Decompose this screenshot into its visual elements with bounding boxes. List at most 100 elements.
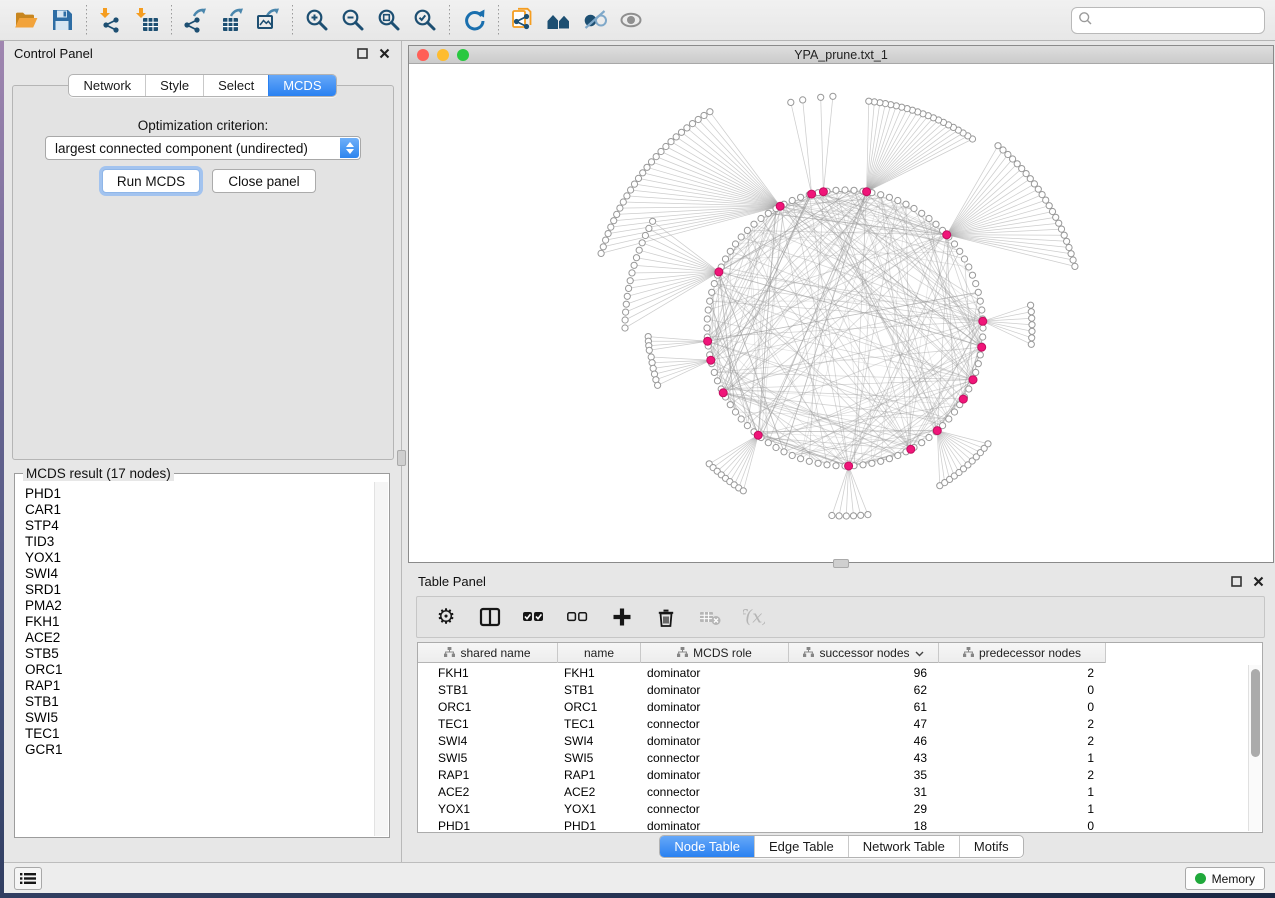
cell-name: SWI4 [558,732,641,749]
network-canvas[interactable] [409,64,1273,562]
table-row-YOX1[interactable]: YOX1YOX1connector291 [418,800,1106,817]
export-network-icon[interactable] [178,3,214,37]
memory-button[interactable]: Memory [1185,867,1265,890]
float-table-panel-icon[interactable] [1229,574,1243,588]
column-header-successor-nodes[interactable]: successor nodes [789,643,939,663]
show-eye-icon[interactable] [613,3,649,37]
mcds-result-group: MCDS result (17 nodes) PHD1CAR1STP4TID3Y… [14,466,390,838]
search-box[interactable] [1071,7,1265,34]
cell-successor-nodes: 18 [789,817,939,834]
table-row-TEC1[interactable]: TEC1TEC1connector472 [418,715,1106,732]
table-row-ACE2[interactable]: ACE2ACE2connector311 [418,783,1106,800]
export-table-icon[interactable] [214,3,250,37]
mcds-result-item[interactable]: SRD1 [25,582,373,598]
cell-name: RAP1 [558,766,641,783]
network-from-document-icon[interactable] [505,3,541,37]
tab-select[interactable]: Select [203,75,268,96]
network-window-titlebar[interactable]: YPA_prune.txt_1 [409,46,1273,64]
mcds-result-item[interactable]: CAR1 [25,502,373,518]
column-header-name[interactable]: name [558,643,641,663]
run-mcds-button[interactable]: Run MCDS [102,169,200,193]
delete-column-icon[interactable] [653,604,679,630]
split-view-icon[interactable] [477,604,503,630]
export-image-icon[interactable] [250,3,286,37]
table-row-STB1[interactable]: STB1STB1dominator620 [418,681,1106,698]
table-row-PHD1[interactable]: PHD1PHD1dominator180 [418,817,1106,834]
cell-successor-nodes: 29 [789,800,939,817]
select-all-checkboxes-icon[interactable] [521,604,547,630]
cell-successor-nodes: 43 [789,749,939,766]
cell-shared-name: ORC1 [418,698,558,715]
column-header-MCDS-role[interactable]: MCDS role [641,643,789,663]
mcds-result-item[interactable]: PHD1 [25,486,373,502]
cell-predecessor-nodes: 0 [939,698,1106,715]
tab-edge-table[interactable]: Edge Table [754,836,848,857]
table-row-RAP1[interactable]: RAP1RAP1dominator352 [418,766,1106,783]
mcds-list-scrollbar[interactable] [374,482,388,836]
cell-name: SWI5 [558,749,641,766]
mcds-result-item[interactable]: STB5 [25,646,373,662]
mcds-result-list[interactable]: PHD1CAR1STP4TID3YOX1SWI4SRD1PMA2FKH1ACE2… [16,483,373,836]
table-panel-title: Table Panel [418,574,486,589]
main-toolbar [0,0,1275,41]
mcds-result-item[interactable]: TID3 [25,534,373,550]
import-network-icon[interactable] [93,3,129,37]
settings-icon[interactable]: ⚙ [433,604,459,630]
zoom-selected-icon[interactable] [407,3,443,37]
toolbar-separator [449,5,450,35]
mcds-result-item[interactable]: TEC1 [25,726,373,742]
cell-successor-nodes: 62 [789,681,939,698]
mcds-result-item[interactable]: ORC1 [25,662,373,678]
mcds-result-item[interactable]: YOX1 [25,550,373,566]
table-panel-tabs: Node TableEdge TableNetwork TableMotifs [408,835,1275,858]
mcds-result-item[interactable]: ACE2 [25,630,373,646]
clear-checkboxes-icon[interactable] [565,604,591,630]
refresh-layout-icon[interactable] [456,3,492,37]
cell-MCDS-role: connector [641,749,789,766]
table-row-SWI4[interactable]: SWI4SWI4dominator462 [418,732,1106,749]
cell-predecessor-nodes: 1 [939,783,1106,800]
mcds-result-item[interactable]: SWI4 [25,566,373,582]
tab-network-table[interactable]: Network Table [848,836,959,857]
close-panel-icon[interactable] [377,46,391,60]
node-table: shared namenameMCDS rolesuccessor nodesp… [417,642,1263,833]
tab-node-table[interactable]: Node Table [660,836,754,857]
add-column-icon[interactable] [609,604,635,630]
mcds-result-item[interactable]: RAP1 [25,678,373,694]
search-input[interactable] [1093,10,1269,31]
close-panel-button[interactable]: Close panel [212,169,316,193]
zoom-fit-icon[interactable] [371,3,407,37]
cell-predecessor-nodes: 2 [939,664,1106,681]
column-header-shared-name[interactable]: shared name [418,643,558,663]
column-header-predecessor-nodes[interactable]: predecessor nodes [939,643,1106,663]
import-table-icon[interactable] [129,3,165,37]
table-row-SWI5[interactable]: SWI5SWI5connector431 [418,749,1106,766]
mcds-result-item[interactable]: SWI5 [25,710,373,726]
task-history-button[interactable] [14,867,42,890]
mcds-result-item[interactable]: STB1 [25,694,373,710]
column-type-icon [803,646,814,660]
mcds-result-item[interactable]: FKH1 [25,614,373,630]
hide-glasses-icon[interactable] [577,3,613,37]
mcds-result-item[interactable]: PMA2 [25,598,373,614]
open-file-icon[interactable] [8,3,44,37]
mcds-result-item[interactable]: GCR1 [25,742,373,758]
zoom-out-icon[interactable] [335,3,371,37]
table-row-ORC1[interactable]: ORC1ORC1dominator610 [418,698,1106,715]
table-row-FKH1[interactable]: FKH1FKH1dominator962 [418,664,1106,681]
mcds-result-item[interactable]: STP4 [25,518,373,534]
zoom-in-icon[interactable] [299,3,335,37]
table-scrollbar[interactable] [1248,665,1261,831]
optimization-criterion-select[interactable]: largest connected component (undirected) [45,136,361,160]
tab-motifs[interactable]: Motifs [959,836,1023,857]
cell-name: TEC1 [558,715,641,732]
save-session-icon[interactable] [44,3,80,37]
first-neighbors-icon[interactable] [541,3,577,37]
tab-mcds[interactable]: MCDS [268,75,335,96]
float-panel-icon[interactable] [355,46,369,60]
table-header-row: shared namenameMCDS rolesuccessor nodesp… [418,643,1106,663]
cell-successor-nodes: 46 [789,732,939,749]
tab-network[interactable]: Network [69,75,145,96]
tab-style[interactable]: Style [145,75,203,96]
close-table-panel-icon[interactable] [1251,574,1265,588]
